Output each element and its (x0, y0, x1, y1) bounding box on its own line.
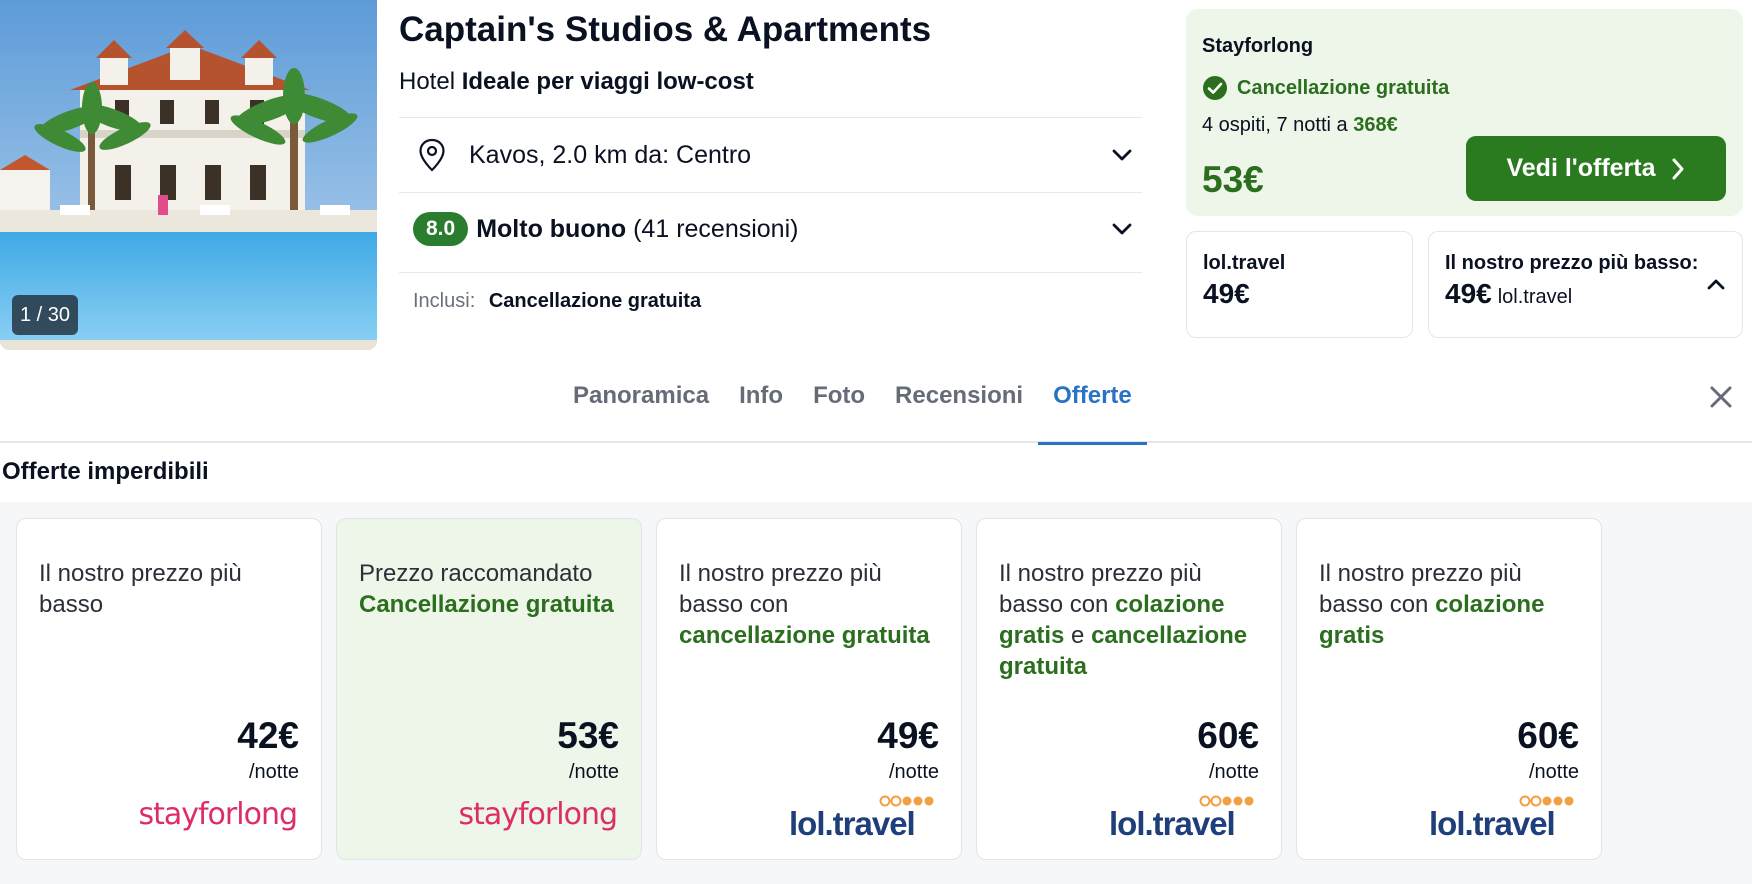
offer-price: 49€ (877, 715, 939, 756)
tab-recensioni[interactable]: Recensioni (880, 355, 1038, 443)
hotel-title[interactable]: Captain's Studios & Apartments (399, 10, 931, 50)
deal-price: 53€ (1202, 159, 1264, 200)
offer-heading-text: Il nostro prezzo più basso (39, 560, 242, 618)
loltravel-logo: lol.travel (789, 795, 934, 840)
included-info: Inclusi: Cancellazione gratuita (413, 290, 701, 313)
offer-heading: Il nostro prezzo più basso con colazione… (999, 558, 1269, 682)
location-text: Kavos, 2.0 km da: Centro (469, 140, 752, 169)
loltravel-logo-text: lol.travel (1429, 805, 1555, 840)
deal-stay-info: 4 ospiti, 7 notti a 368€ (1202, 114, 1398, 137)
mini-deal-price: 49€ (1203, 278, 1250, 309)
offer-price: 60€ (1197, 715, 1259, 756)
rating-text: Molto buono (41 recensioni) (476, 215, 798, 244)
loltravel-logo-text: lol.travel (1109, 805, 1235, 840)
offer-heading-highlight: cancellazione gratuita (679, 622, 930, 649)
check-circle-icon (1203, 76, 1227, 100)
offer-heading-highlight: Cancellazione gratuita (359, 591, 614, 618)
photo-counter: 1 / 30 (12, 295, 79, 335)
offer-unit: /notte (568, 761, 619, 783)
offer-unit: /notte (888, 761, 939, 783)
chevron-up-icon[interactable] (1704, 272, 1728, 296)
close-icon[interactable] (1706, 382, 1736, 412)
mini-deal-provider: lol.travel (1203, 252, 1286, 274)
location-row[interactable]: Kavos, 2.0 km da: Centro (399, 119, 1142, 191)
deal-total-price: 368€ (1353, 114, 1398, 136)
hotel-photo[interactable]: 1 / 30 (0, 0, 377, 350)
rating-count: (41 recensioni) (633, 214, 799, 243)
offer-unit: /notte (1208, 761, 1259, 783)
divider (399, 272, 1142, 273)
tab-foto[interactable]: Foto (798, 355, 880, 443)
loltravel-logo: lol.travel (1429, 795, 1574, 840)
offer-heading-text: Il nostro prezzo più basso con (679, 560, 882, 618)
offers-title: Offerte imperdibili (2, 458, 209, 485)
loltravel-logo-text: lol.travel (789, 805, 915, 840)
stayforlong-logo: stayforlong (138, 797, 298, 832)
rating-score-badge: 8.0 (413, 212, 469, 246)
chevron-right-icon (1672, 158, 1684, 179)
hotel-type: Hotel (399, 68, 456, 95)
offers-list: Il nostro prezzo più basso 42€ /notte st… (0, 502, 1752, 884)
offer-heading: Prezzo raccomandato Cancellazione gratui… (359, 558, 629, 620)
map-pin-icon (419, 138, 445, 172)
deal-cancellation: Cancellazione gratuita (1202, 75, 1449, 101)
offer-heading-join: e (1071, 622, 1085, 649)
lowest-price-label: Il nostro prezzo più basso: (1445, 252, 1699, 274)
deal-provider: Stayforlong (1202, 35, 1314, 57)
offer-price: 53€ (557, 715, 619, 756)
stayforlong-logo: stayforlong (458, 797, 618, 832)
loltravel-logo: lol.travel (1109, 795, 1254, 840)
offer-heading-text: Prezzo raccomandato (359, 560, 593, 587)
hotel-header: 1 / 30 Captain's Studios & Apartments Ho… (0, 0, 1752, 355)
offer-card[interactable]: Il nostro prezzo più basso con cancellaz… (656, 518, 962, 860)
rating-label: Molto buono (476, 214, 627, 243)
deal-stay-text: 4 ospiti, 7 notti a (1202, 114, 1348, 136)
offer-card[interactable]: Il nostro prezzo più basso con colazione… (976, 518, 1282, 860)
offer-price: 42€ (237, 715, 299, 756)
chevron-down-icon[interactable] (1110, 143, 1134, 167)
offer-unit: /notte (248, 761, 299, 783)
offer-unit: /notte (1528, 761, 1579, 783)
offer-heading: Il nostro prezzo più basso (39, 558, 309, 620)
lowest-price-value: 49€ (1445, 278, 1492, 309)
offer-card-recommended[interactable]: Prezzo raccomandato Cancellazione gratui… (336, 518, 642, 860)
divider (399, 117, 1142, 118)
lowest-price-provider: lol.travel (1497, 286, 1573, 308)
lowest-price-info: 49€ lol.travel (1445, 278, 1572, 310)
hotel-subtitle: Hotel Ideale per viaggi low-cost (399, 68, 754, 96)
tab-info[interactable]: Info (724, 355, 798, 443)
offer-card[interactable]: Il nostro prezzo più basso 42€ /notte st… (16, 518, 322, 860)
main-deal-card[interactable]: Stayforlong Cancellazione gratuita 4 osp… (1186, 9, 1743, 216)
tab-panoramica[interactable]: Panoramica (558, 355, 724, 443)
view-offer-button[interactable]: Vedi l'offerta (1466, 136, 1726, 201)
mini-deal-card[interactable]: lol.travel 49€ (1186, 231, 1413, 338)
tab-offerte[interactable]: Offerte (1038, 355, 1147, 445)
included-label: Inclusi: (413, 290, 476, 312)
offer-heading: Il nostro prezzo più basso con cancellaz… (679, 558, 949, 651)
chevron-down-icon[interactable] (1110, 217, 1134, 241)
offer-price: 60€ (1517, 715, 1579, 756)
lowest-price-card[interactable]: Il nostro prezzo più basso: 49€ lol.trave… (1428, 231, 1743, 338)
view-offer-label: Vedi l'offerta (1506, 154, 1656, 182)
offer-card[interactable]: Il nostro prezzo più basso con colazione… (1296, 518, 1602, 860)
tab-bar: Panoramica Info Foto Recensioni Offerte (0, 355, 1752, 445)
tabs: Panoramica Info Foto Recensioni Offerte (558, 355, 1147, 445)
offer-heading: Il nostro prezzo più basso con colazione… (1319, 558, 1589, 651)
hotel-tagline: Ideale per viaggi low-cost (461, 68, 754, 95)
included-value: Cancellazione gratuita (488, 290, 702, 312)
rating-row[interactable]: 8.0 Molto buono (41 recensioni) (399, 193, 1142, 265)
deal-cancellation-text: Cancellazione gratuita (1237, 76, 1450, 99)
